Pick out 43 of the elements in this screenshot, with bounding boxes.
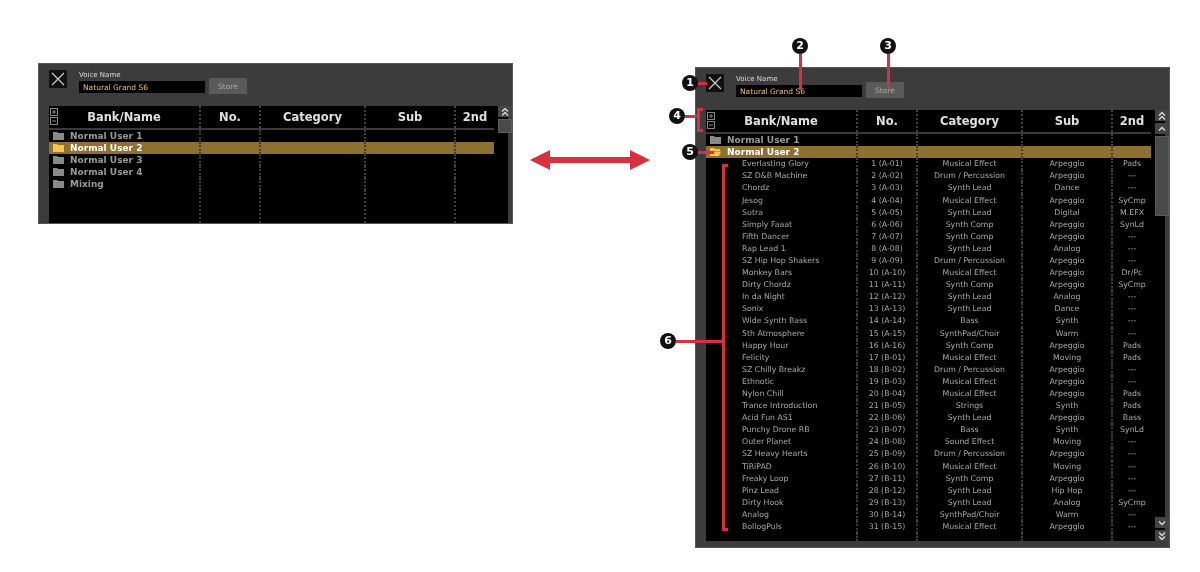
collapse-all-icon[interactable] (707, 121, 715, 129)
expand-all-icon[interactable] (50, 108, 58, 116)
bracket-line (697, 108, 703, 132)
column-header: 2nd (1119, 113, 1145, 130)
close-button[interactable] (49, 70, 67, 88)
callout-marker: 2 (792, 38, 808, 54)
double-chevron-down-icon (1158, 531, 1166, 540)
close-button[interactable] (706, 74, 724, 92)
column-header: Sub (1054, 113, 1080, 130)
bank-row[interactable]: Normal User 2 (49, 142, 494, 155)
bank-row[interactable]: Normal User 4 (49, 166, 494, 179)
scroll-top-button[interactable] (498, 106, 512, 117)
chevron-up-icon (1158, 124, 1166, 133)
column-header: Sub (397, 109, 423, 126)
column-header: Bank/Name (87, 109, 161, 126)
scroll-thumb[interactable] (498, 119, 512, 133)
bank-row[interactable]: Normal User 2 (706, 146, 1151, 159)
callout-marker: 4 (669, 108, 685, 124)
double-chevron-up-icon (1158, 111, 1166, 120)
scroll-bottom-button[interactable] (1155, 530, 1169, 541)
expand-all-icon[interactable] (707, 112, 715, 120)
leader-line (676, 340, 722, 343)
column-header: No. (876, 113, 898, 130)
column-header: 2nd (462, 109, 488, 126)
scroll-up-button[interactable] (1155, 123, 1169, 134)
leader-line (887, 54, 890, 88)
column-header: Bank/Name (744, 113, 818, 130)
leader-line (799, 54, 802, 90)
bank-row[interactable]: Mixing (49, 178, 494, 191)
chevron-down-icon (1158, 518, 1166, 527)
column-header: No. (219, 109, 241, 126)
scroll-down-button[interactable] (1155, 517, 1169, 528)
scroll-thumb[interactable] (1155, 136, 1169, 216)
column-header: Category (283, 109, 342, 126)
double-chevron-up-icon (501, 107, 509, 116)
column-header: Category (940, 113, 999, 130)
bank-row[interactable]: Normal User 3 (49, 154, 494, 167)
scroll-top-button[interactable] (1155, 110, 1169, 121)
callout-marker: 3 (880, 38, 896, 54)
callout-marker: 5 (682, 144, 698, 160)
callout-marker: 6 (660, 333, 676, 349)
collapse-all-icon[interactable] (50, 117, 58, 125)
callout-marker: 1 (682, 75, 698, 91)
